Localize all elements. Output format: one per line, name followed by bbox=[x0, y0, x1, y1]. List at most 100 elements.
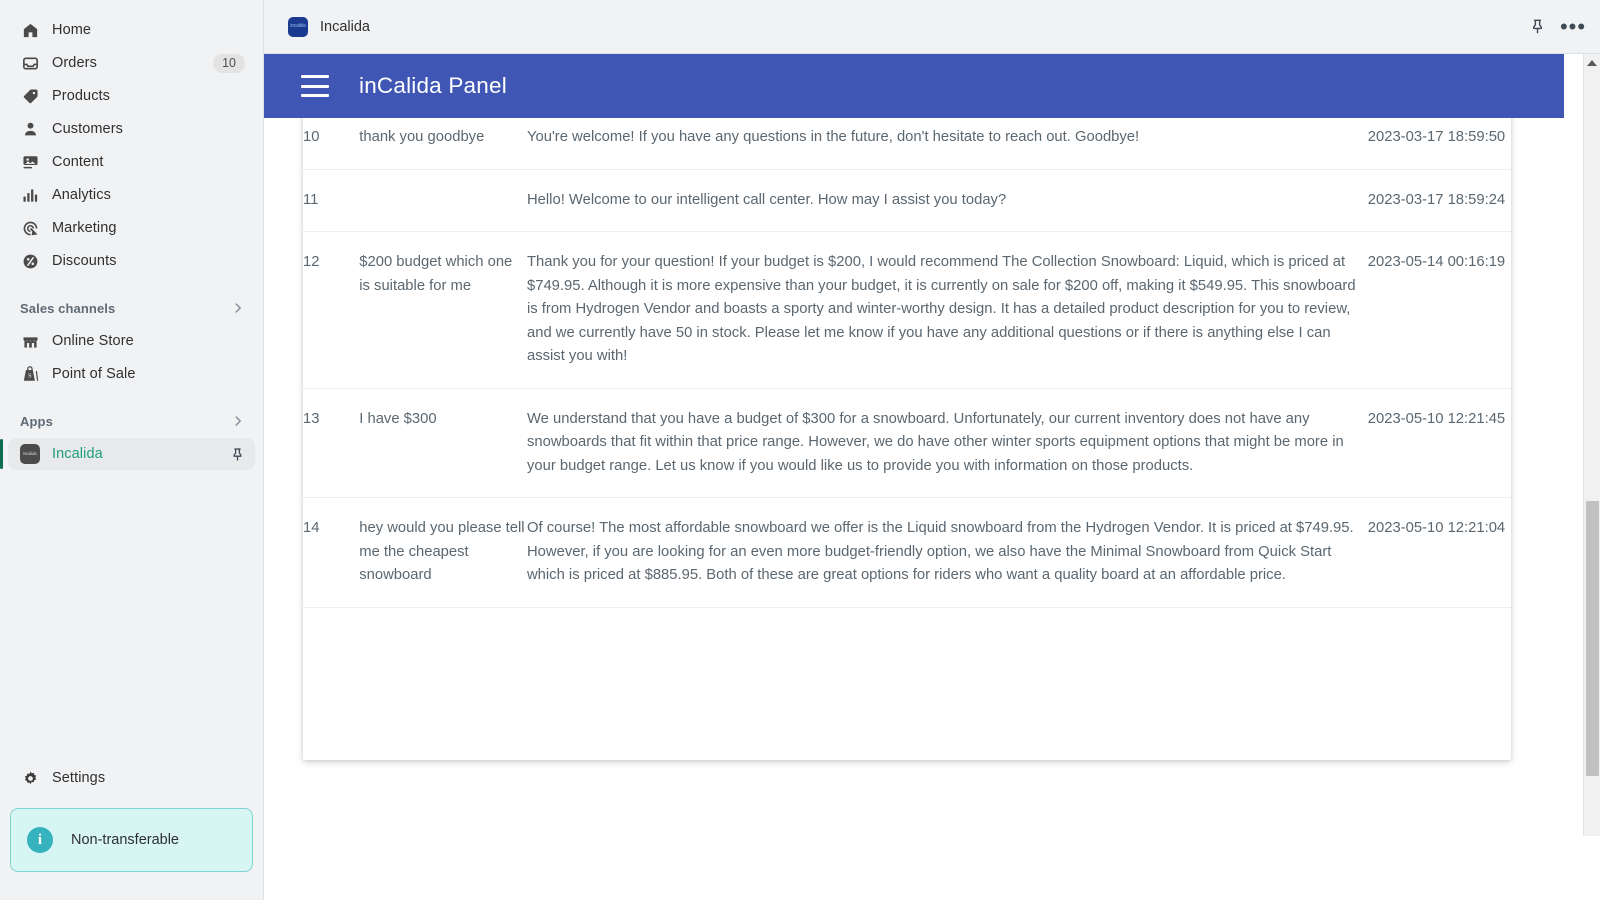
cell-answer: You're welcome! If you have any question… bbox=[526, 118, 1368, 170]
analytics-icon bbox=[20, 185, 40, 205]
section-title: Sales channels bbox=[20, 300, 116, 316]
app-tile-icon: incalida bbox=[288, 16, 308, 37]
sidebar-item-label: Marketing bbox=[52, 220, 117, 236]
sidebar-item-customers[interactable]: Customers bbox=[8, 113, 255, 145]
cell-id: 14 bbox=[303, 497, 360, 608]
table-row[interactable]: 11 Hello! Welcome to our intelligent cal… bbox=[303, 169, 1511, 232]
cell-id: 11 bbox=[303, 169, 360, 232]
marketing-icon bbox=[20, 218, 40, 238]
cell-answer: Hello! Welcome to our intelligent call c… bbox=[526, 169, 1368, 232]
messages-table-body: 10 thank you goodbye You're welcome! If … bbox=[303, 118, 1511, 608]
sidebar-item-online-store[interactable]: Online Store bbox=[8, 325, 255, 357]
page-background-fill bbox=[264, 836, 1600, 900]
info-icon: i bbox=[27, 827, 53, 853]
cell-question: $200 budget which one is suitable for me bbox=[359, 231, 527, 389]
app-top-bar: incalida Incalida ••• bbox=[264, 0, 1600, 54]
vertical-scrollbar[interactable] bbox=[1583, 54, 1600, 900]
table-row[interactable]: 12 $200 budget which one is suitable for… bbox=[303, 231, 1511, 389]
sidebar-item-label: Products bbox=[52, 88, 111, 104]
app-root: Home Orders 10 Products Customers Conten… bbox=[0, 0, 1600, 900]
sidebar-item-content[interactable]: Content bbox=[8, 146, 255, 178]
frame-inner: inCalida Panel 10 thank you goodbye You'… bbox=[264, 54, 1564, 900]
sidebar-item-label: Incalida bbox=[52, 446, 103, 462]
sidebar-item-incalida[interactable]: incalida Incalida bbox=[0, 438, 255, 470]
sidebar-item-label: Discounts bbox=[52, 253, 117, 269]
cell-answer: Thank you for your question! If your bud… bbox=[526, 231, 1368, 389]
pin-icon[interactable] bbox=[230, 447, 245, 462]
chevron-right-icon[interactable] bbox=[231, 301, 245, 315]
sidebar-nav-list: Home Orders 10 Products Customers Conten… bbox=[0, 14, 263, 471]
cell-timestamp: 2023-03-17 18:59:50 bbox=[1367, 118, 1511, 170]
app-tab-label: Incalida bbox=[320, 18, 370, 35]
sidebar-item-marketing[interactable]: Marketing bbox=[8, 212, 255, 244]
cell-timestamp: 2023-03-17 18:59:24 bbox=[1367, 169, 1511, 232]
sidebar-item-settings[interactable]: Settings bbox=[8, 762, 255, 794]
home-icon bbox=[20, 20, 40, 40]
sidebar-item-orders[interactable]: Orders 10 bbox=[8, 47, 255, 79]
arrow-up-glyph bbox=[1587, 59, 1597, 66]
sidebar: Home Orders 10 Products Customers Conten… bbox=[0, 0, 264, 900]
app-tile-text: incalida bbox=[23, 450, 37, 457]
more-glyph: ••• bbox=[1559, 13, 1587, 39]
cell-question: I have $300 bbox=[359, 388, 527, 498]
orders-count-badge: 10 bbox=[213, 53, 245, 73]
svg-text:S: S bbox=[28, 372, 32, 379]
sidebar-item-label: Online Store bbox=[52, 333, 134, 349]
sidebar-item-products[interactable]: Products bbox=[8, 80, 255, 112]
store-icon bbox=[20, 331, 40, 351]
sidebar-item-label: Orders bbox=[52, 55, 97, 71]
pos-icon: S bbox=[20, 364, 40, 384]
sidebar-item-label: Content bbox=[52, 154, 104, 170]
pin-icon[interactable] bbox=[1522, 12, 1552, 42]
sidebar-item-label: Home bbox=[52, 22, 92, 38]
panel-header: inCalida Panel bbox=[264, 54, 1564, 118]
table-row[interactable]: 13 I have $300 We understand that you ha… bbox=[303, 388, 1511, 498]
cell-answer: We understand that you have a budget of … bbox=[526, 388, 1368, 498]
discounts-icon bbox=[20, 251, 40, 271]
sidebar-item-point-of-sale[interactable]: S Point of Sale bbox=[8, 358, 255, 390]
sidebar-item-home[interactable]: Home bbox=[8, 14, 255, 46]
scroll-up-arrow-icon[interactable] bbox=[1584, 54, 1600, 71]
sidebar-item-label: Customers bbox=[52, 121, 123, 137]
sidebar-item-discounts[interactable]: Discounts bbox=[8, 245, 255, 277]
main-region: incalida Incalida ••• inCalida Panel 10 … bbox=[264, 0, 1600, 900]
chevron-right-icon[interactable] bbox=[231, 414, 245, 428]
gear-icon bbox=[20, 768, 40, 788]
hamburger-line bbox=[301, 75, 329, 78]
sidebar-item-label: Analytics bbox=[52, 187, 111, 203]
cell-question bbox=[359, 169, 527, 232]
customers-icon bbox=[20, 119, 40, 139]
sidebar-item-label: Settings bbox=[52, 770, 106, 786]
app-tile-icon: incalida bbox=[20, 444, 40, 464]
non-transferable-banner: i Non-transferable bbox=[10, 808, 253, 872]
cell-id: 10 bbox=[303, 118, 360, 170]
more-horizontal-icon[interactable]: ••• bbox=[1558, 12, 1588, 42]
sidebar-section-apps[interactable]: Apps bbox=[8, 406, 255, 436]
cell-timestamp: 2023-05-14 00:16:19 bbox=[1367, 231, 1511, 389]
app-tile-text: incalida bbox=[290, 23, 306, 29]
page-title: inCalida Panel bbox=[359, 73, 507, 98]
scrollbar-track[interactable] bbox=[1584, 71, 1600, 883]
embedded-app-frame: inCalida Panel 10 thank you goodbye You'… bbox=[264, 54, 1600, 900]
products-icon bbox=[20, 86, 40, 106]
content-area: 10 thank you goodbye You're welcome! If … bbox=[264, 118, 1564, 900]
content-icon bbox=[20, 152, 40, 172]
hamburger-menu-icon[interactable] bbox=[301, 75, 329, 97]
table-row[interactable]: 14 hey would you please tell me the chea… bbox=[303, 497, 1511, 608]
hamburger-line bbox=[301, 84, 329, 88]
active-indicator-bar bbox=[0, 439, 3, 469]
cell-question: hey would you please tell me the cheapes… bbox=[359, 497, 527, 608]
banner-label: Non-transferable bbox=[71, 832, 179, 848]
cell-timestamp: 2023-05-10 12:21:04 bbox=[1367, 497, 1511, 608]
scrollbar-thumb[interactable] bbox=[1585, 501, 1599, 776]
cell-answer: Of course! The most affordable snowboard… bbox=[526, 497, 1368, 608]
sidebar-item-analytics[interactable]: Analytics bbox=[8, 179, 255, 211]
cell-id: 13 bbox=[303, 388, 360, 498]
sidebar-item-label: Point of Sale bbox=[52, 366, 136, 382]
sidebar-section-sales-channels[interactable]: Sales channels bbox=[8, 293, 255, 323]
table-row[interactable]: 10 thank you goodbye You're welcome! If … bbox=[303, 118, 1511, 170]
messages-card: 10 thank you goodbye You're welcome! If … bbox=[303, 118, 1511, 760]
app-tab-incalida[interactable]: incalida Incalida bbox=[278, 10, 380, 44]
section-title: Apps bbox=[20, 413, 53, 429]
